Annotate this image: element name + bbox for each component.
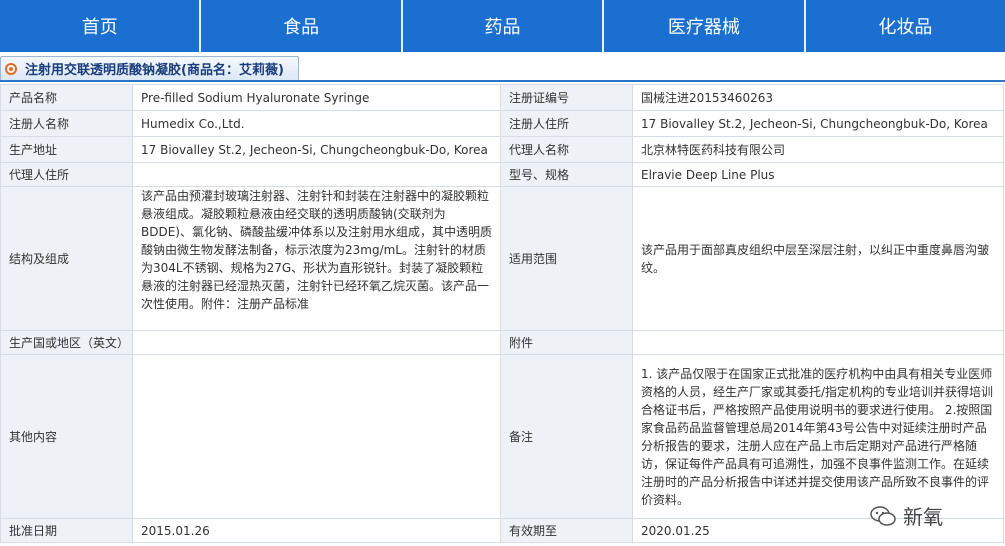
bullet-icon bbox=[5, 62, 17, 75]
table-row: 注册人名称 Humedix Co.,Ltd. 注册人住所 17 Biovalle… bbox=[0, 110, 1004, 137]
wechat-icon bbox=[870, 505, 896, 526]
nav-drugs[interactable]: 药品 bbox=[403, 0, 605, 52]
field-label: 其他内容 bbox=[0, 354, 133, 519]
field-value: 17 Biovalley St.2, Jecheon-Si, Chungcheo… bbox=[132, 136, 501, 163]
nav-cosmetics[interactable]: 化妆品 bbox=[806, 0, 1005, 52]
field-value: 该产品由预灌封玻璃注射器、注射针和封装在注射器中的凝胶颗粒悬液组成。凝胶颗粒悬液… bbox=[132, 186, 501, 331]
table-row: 结构及组成 该产品由预灌封玻璃注射器、注射针和封装在注射器中的凝胶颗粒悬液组成。… bbox=[0, 186, 1004, 331]
field-label: 生产国或地区（英文） bbox=[0, 330, 133, 355]
title-tab: 注射用交联透明质酸钠凝胶(商品名：艾莉薇) bbox=[0, 56, 299, 80]
field-label: 有效期至 bbox=[500, 518, 633, 543]
field-value: 17 Biovalley St.2, Jecheon-Si, Chungcheo… bbox=[632, 110, 1004, 137]
field-label: 型号、规格 bbox=[500, 162, 633, 187]
table-row: 生产国或地区（英文） 附件 bbox=[0, 330, 1004, 355]
field-value: 2020.01.25 bbox=[632, 518, 1004, 543]
field-label: 代理人住所 bbox=[0, 162, 133, 187]
field-label: 注册人名称 bbox=[0, 110, 133, 137]
field-label: 注册人住所 bbox=[500, 110, 633, 137]
nav-home[interactable]: 首页 bbox=[0, 0, 202, 52]
field-label: 代理人名称 bbox=[500, 136, 633, 163]
field-label: 备注 bbox=[500, 354, 633, 519]
page-title: 注射用交联透明质酸钠凝胶(商品名：艾莉薇) bbox=[25, 63, 284, 78]
table-row: 批准日期 2015.01.26 有效期至 2020.01.25 bbox=[0, 518, 1004, 543]
field-value: 国械注进20153460263 bbox=[632, 84, 1004, 111]
field-value: 2015.01.26 bbox=[132, 518, 501, 543]
field-value bbox=[132, 162, 501, 187]
field-value bbox=[132, 354, 501, 519]
table-row: 代理人住所 型号、规格 Elravie Deep Line Plus bbox=[0, 162, 1004, 187]
field-value: Pre-filled Sodium Hyaluronate Syringe bbox=[132, 84, 501, 111]
top-nav: 首页 食品 药品 医疗器械 化妆品 bbox=[0, 0, 1005, 52]
field-value: 北京林特医药科技有限公司 bbox=[632, 136, 1004, 163]
field-label: 结构及组成 bbox=[0, 186, 133, 331]
watermark-text: 新氧 bbox=[903, 505, 943, 529]
field-value: 1. 该产品仅限于在国家正式批准的医疗机构中由具有相关专业医师资格的人员，经生产… bbox=[632, 354, 1004, 519]
table-row: 生产地址 17 Biovalley St.2, Jecheon-Si, Chun… bbox=[0, 136, 1004, 163]
field-label: 产品名称 bbox=[0, 84, 133, 111]
field-label: 批准日期 bbox=[0, 518, 133, 543]
field-label: 生产地址 bbox=[0, 136, 133, 163]
field-value bbox=[632, 330, 1004, 355]
field-label: 适用范围 bbox=[500, 186, 633, 331]
field-value: Humedix Co.,Ltd. bbox=[132, 110, 501, 137]
watermark: 新氧 bbox=[869, 501, 943, 530]
field-value: Elravie Deep Line Plus bbox=[632, 162, 1004, 187]
nav-food[interactable]: 食品 bbox=[201, 0, 403, 52]
product-info-table: 产品名称 Pre-filled Sodium Hyaluronate Syrin… bbox=[0, 84, 1004, 543]
field-label: 附件 bbox=[500, 330, 633, 355]
table-row: 产品名称 Pre-filled Sodium Hyaluronate Syrin… bbox=[0, 84, 1004, 111]
table-row: 其他内容 备注 1. 该产品仅限于在国家正式批准的医疗机构中由具有相关专业医师资… bbox=[0, 354, 1004, 519]
field-value bbox=[132, 330, 501, 355]
nav-medical-devices[interactable]: 医疗器械 bbox=[604, 0, 806, 52]
title-bar: 注射用交联透明质酸钠凝胶(商品名：艾莉薇) bbox=[0, 56, 1005, 82]
field-value: 该产品用于面部真皮组织中层至深层注射，以纠正中重度鼻唇沟皱纹。 bbox=[632, 186, 1004, 331]
field-label: 注册证编号 bbox=[500, 84, 633, 111]
